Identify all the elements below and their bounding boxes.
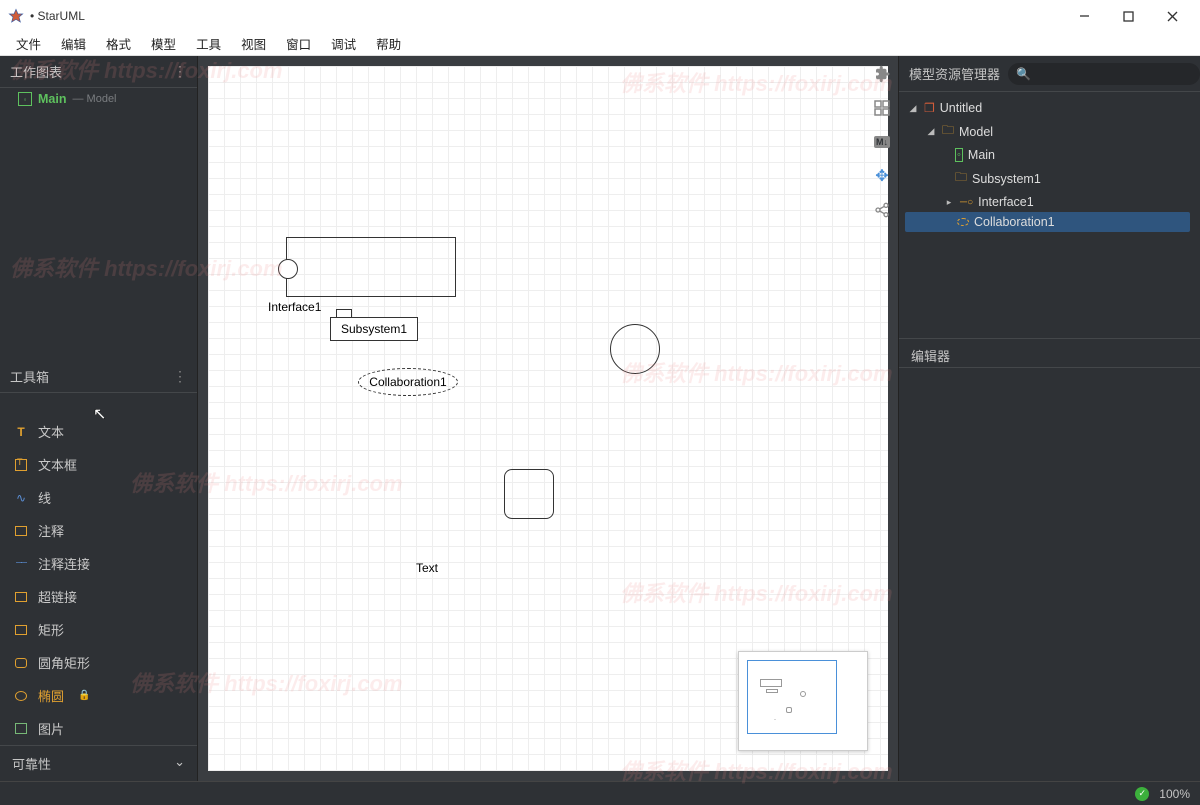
- shape-ellipse[interactable]: [610, 324, 660, 374]
- tree-subsystem[interactable]: 🗀Subsystem1: [903, 165, 1196, 192]
- interface-icon: ─○: [960, 197, 973, 208]
- menu-debug[interactable]: 调试: [321, 32, 366, 55]
- diagram-main[interactable]: ◦ Main — Model: [0, 88, 197, 110]
- diagram-icon: ◦: [955, 148, 963, 162]
- tool-round-rect[interactable]: 圆角矩形: [0, 646, 197, 679]
- tool-note[interactable]: 注释: [0, 514, 197, 547]
- toolbox-header[interactable]: 工具箱 ⋮: [0, 361, 197, 393]
- diagram-icon: ◦: [18, 92, 32, 106]
- tool-hyperlink[interactable]: 超链接: [0, 580, 197, 613]
- menu-view[interactable]: 视图: [231, 32, 276, 55]
- rectangle-icon: [14, 623, 28, 637]
- minimap[interactable]: -: [738, 651, 868, 751]
- tool-line[interactable]: ∿线: [0, 481, 197, 514]
- chevron-down-icon: ⌄: [174, 754, 185, 773]
- menu-tool[interactable]: 工具: [186, 32, 231, 55]
- shape-round-rect[interactable]: [504, 469, 554, 519]
- right-panel: 模型资源管理器 🔍 ▲▼ ◢❒Untitled ◢🗀Model ◦Main 🗀S…: [898, 56, 1200, 781]
- shape-subsystem[interactable]: Subsystem1: [330, 317, 418, 341]
- search-icon: 🔍: [1016, 67, 1031, 81]
- text-icon: T: [14, 425, 28, 439]
- tool-note-link[interactable]: ┄┄注释连接: [0, 547, 197, 580]
- line-icon: ∿: [14, 491, 28, 505]
- search-input[interactable]: 🔍: [1008, 63, 1200, 85]
- menu-help[interactable]: 帮助: [366, 32, 411, 55]
- expand-icon[interactable]: ◢: [925, 126, 937, 137]
- model-explorer-header: 模型资源管理器 🔍 ▲▼: [899, 56, 1200, 92]
- status-ok-icon[interactable]: ✓: [1135, 787, 1149, 801]
- shape-interface-label: Interface1: [268, 300, 321, 314]
- maximize-button[interactable]: [1108, 2, 1148, 30]
- lock-icon: 🔒: [78, 690, 90, 701]
- expand-icon[interactable]: ▸: [943, 197, 955, 208]
- diagram-canvas[interactable]: Interface1 Subsystem1 Collaboration1 Tex…: [208, 66, 888, 771]
- canvas-area: Interface1 Subsystem1 Collaboration1 Tex…: [198, 56, 898, 781]
- round-rect-icon: [14, 656, 28, 670]
- hyperlink-icon: [14, 590, 28, 604]
- textbox-icon: T: [14, 458, 28, 472]
- menu-file[interactable]: 文件: [6, 32, 51, 55]
- tree-interface[interactable]: ▸─○Interface1: [903, 192, 1196, 212]
- minimize-button[interactable]: [1064, 2, 1104, 30]
- tree-untitled[interactable]: ◢❒Untitled: [903, 98, 1196, 118]
- layout-icon[interactable]: [870, 96, 894, 120]
- shape-interface-circle[interactable]: [278, 259, 298, 279]
- tool-image[interactable]: 图片: [0, 712, 197, 745]
- move-icon[interactable]: ✥: [870, 164, 894, 188]
- tool-text[interactable]: T文本: [0, 415, 197, 448]
- canvas-side-icons: M↓ ✥: [868, 62, 896, 222]
- tree-main[interactable]: ◦Main: [903, 145, 1196, 165]
- menu-window[interactable]: 窗口: [276, 32, 321, 55]
- app-title: • StarUML: [30, 9, 85, 23]
- markdown-icon[interactable]: M↓: [870, 130, 894, 154]
- image-icon: [14, 722, 28, 736]
- minimap-viewport[interactable]: -: [747, 660, 837, 734]
- app-logo: [8, 8, 24, 24]
- reliability-section[interactable]: 可靠性⌄: [0, 745, 197, 781]
- menu-format[interactable]: 格式: [96, 32, 141, 55]
- expand-icon[interactable]: ◢: [907, 103, 919, 114]
- tool-rectangle[interactable]: 矩形: [0, 613, 197, 646]
- project-icon: ❒: [924, 101, 935, 115]
- tree-collaboration[interactable]: Collaboration1: [905, 212, 1190, 232]
- left-panel: 工作图表 ⋮ ◦ Main — Model 工具箱 ⋮ T文本 T文本框 ∿线 …: [0, 56, 198, 781]
- more-icon[interactable]: ⋮: [173, 368, 187, 385]
- shape-collaboration[interactable]: Collaboration1: [358, 368, 458, 396]
- editor-body: [899, 368, 1200, 781]
- zoom-level[interactable]: 100%: [1159, 787, 1190, 801]
- title-bar: • StarUML: [0, 0, 1200, 32]
- more-icon[interactable]: ⋮: [173, 63, 187, 80]
- note-icon: [14, 524, 28, 538]
- working-diagrams-header[interactable]: 工作图表 ⋮: [0, 56, 197, 88]
- menu-model[interactable]: 模型: [141, 32, 186, 55]
- tool-textbox[interactable]: T文本框: [0, 448, 197, 481]
- subsystem-icon: 🗀: [955, 168, 967, 189]
- note-link-icon: ┄┄: [14, 557, 28, 571]
- shape-package[interactable]: [286, 237, 456, 297]
- share-icon[interactable]: [870, 198, 894, 222]
- folder-icon: 🗀: [942, 121, 954, 142]
- menu-bar: 文件 编辑 格式 模型 工具 视图 窗口 调试 帮助: [0, 32, 1200, 56]
- collaboration-icon: [957, 218, 969, 226]
- editor-header[interactable]: 编辑器: [899, 338, 1200, 368]
- tool-ellipse[interactable]: 椭圆🔒: [0, 679, 197, 712]
- plugin-icon[interactable]: [870, 62, 894, 86]
- model-tree: ◢❒Untitled ◢🗀Model ◦Main 🗀Subsystem1 ▸─○…: [899, 92, 1200, 238]
- shape-text[interactable]: Text: [416, 561, 438, 575]
- status-bar: ✓ 100%: [0, 781, 1200, 805]
- close-button[interactable]: [1152, 2, 1192, 30]
- tree-model[interactable]: ◢🗀Model: [903, 118, 1196, 145]
- menu-edit[interactable]: 编辑: [51, 32, 96, 55]
- ellipse-icon: [14, 689, 28, 703]
